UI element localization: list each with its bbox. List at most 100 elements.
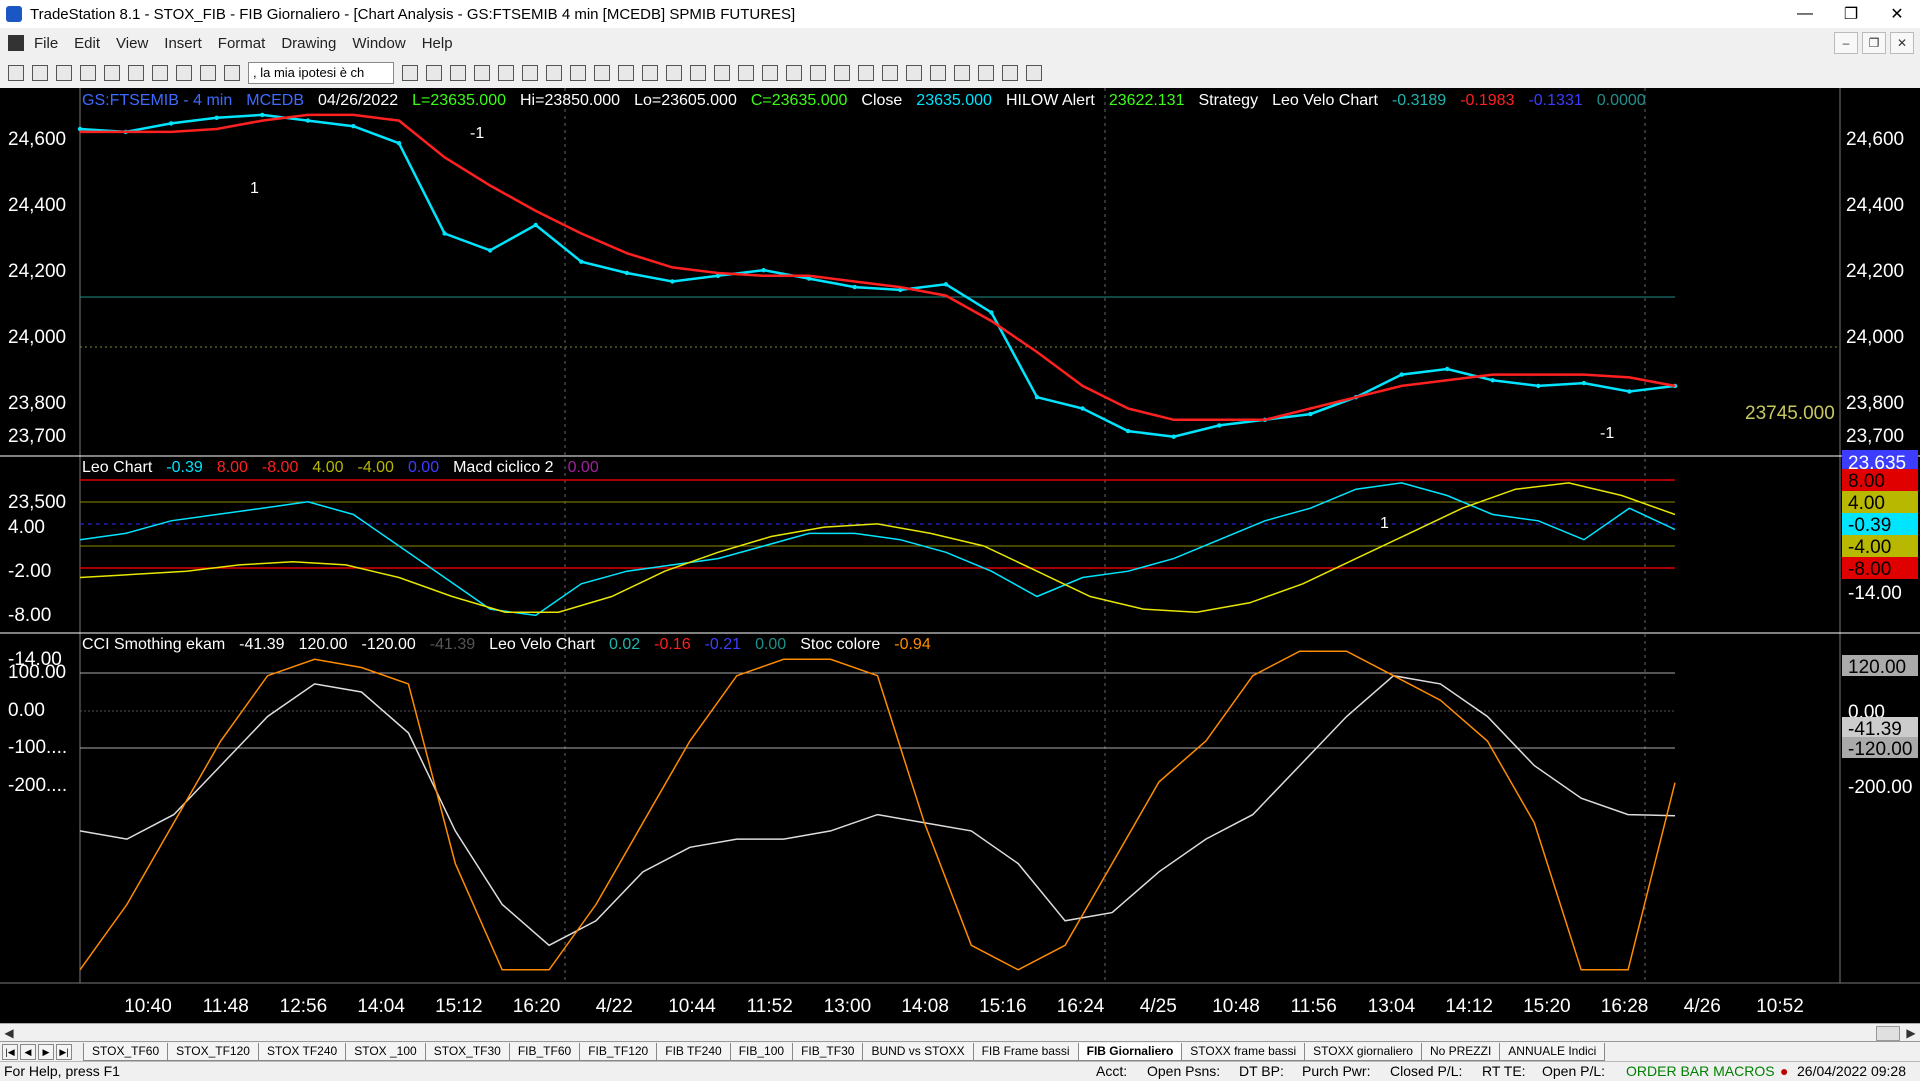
rectangle-icon[interactable] [1002,65,1018,81]
trendline-icon[interactable] [834,65,850,81]
candle-icon[interactable] [642,65,658,81]
window-icon[interactable] [152,65,168,81]
tab-stoxx-giornaliero[interactable]: STOXX giornaliero [1304,1043,1422,1061]
tab-stoxx-frame-bassi[interactable]: STOXX frame bassi [1181,1043,1306,1061]
data-window-icon[interactable] [762,65,778,81]
tools-icon[interactable] [786,65,802,81]
pointer-icon[interactable] [738,65,754,81]
new-icon[interactable] [8,65,24,81]
save-icon[interactable] [56,65,72,81]
menu-file[interactable]: File [34,35,58,52]
close-point [214,115,219,120]
zoom-out-icon[interactable] [714,65,730,81]
right-axis-label: -41.39 [1848,719,1902,740]
play-arrow-icon[interactable] [402,65,418,81]
time-axis-label: 16:24 [1057,996,1105,1017]
chart-canvas[interactable]: GS:FTSEMIB - 4 min MCEDB 04/26/2022 L=23635… [0,88,1920,1023]
tab-fib-tf30[interactable]: FIB_TF30 [792,1043,864,1061]
zoom-in-icon[interactable] [690,65,706,81]
open-icon[interactable] [32,65,48,81]
tab-fib-100[interactable]: FIB_100 [729,1043,794,1061]
folder-icon[interactable] [80,65,96,81]
tab-fib-tf60[interactable]: FIB_TF60 [508,1043,581,1061]
chart-window-icon[interactable] [450,65,466,81]
hline-label: 23745.000 [1745,403,1835,424]
tab-fib-giornaliero[interactable]: FIB Giornaliero [1077,1043,1183,1061]
matrix-icon[interactable] [498,65,514,81]
bar-chart-icon[interactable] [618,65,634,81]
tab-fib-tf240[interactable]: FIB TF240 [656,1043,731,1061]
grid-icon[interactable] [200,65,216,81]
menu-edit[interactable]: Edit [74,35,100,52]
legend-item: -0.39 [166,459,203,476]
vline-icon[interactable] [906,65,922,81]
menu-drawing[interactable]: Drawing [281,35,336,52]
right-axis-label: 120.00 [1848,657,1906,678]
close-button[interactable]: ✕ [1874,0,1920,28]
tab-stox-tf240[interactable]: STOX TF240 [257,1043,347,1061]
tab-bund-vs-stoxx[interactable]: BUND vs STOXX [862,1043,974,1061]
news-icon[interactable] [594,65,610,81]
menu-insert[interactable]: Insert [164,35,202,52]
legend-item: 120.00 [299,636,348,653]
legend-item: -0.3189 [1392,92,1446,109]
right-axis-label: -200.00 [1848,777,1912,798]
find-icon[interactable] [426,65,442,81]
y-tick-label: -200.... [8,775,67,796]
link-icon[interactable] [522,65,538,81]
tab-last-icon[interactable]: ▶| [56,1044,72,1060]
status-datetime: 26/04/2022 09:28 [1797,1063,1906,1079]
tab-prev-icon[interactable]: ◀ [20,1044,36,1060]
scroll-thumb[interactable] [1876,1026,1900,1041]
menu-window[interactable]: Window [352,35,405,52]
tab-stox-tf30[interactable]: STOX_TF30 [424,1043,510,1061]
workspace-icon[interactable] [176,65,192,81]
horizontal-scrollbar[interactable]: ◀ ▶ [0,1023,1920,1042]
mdi-close-button[interactable]: ✕ [1890,32,1914,54]
close-point [1490,378,1495,383]
hline-icon[interactable] [882,65,898,81]
arrow-down-icon[interactable] [954,65,970,81]
text-tool-icon[interactable] [1026,65,1042,81]
time-axis-label: 10:40 [124,996,172,1017]
scroll-left-icon[interactable]: ◀ [0,1024,18,1042]
maximize-button[interactable]: ❐ [1828,0,1874,28]
tab-fib-frame-bassi[interactable]: FIB Frame bassi [972,1043,1079,1061]
bars-icon[interactable] [666,65,682,81]
right-axis-label: -0.39 [1848,515,1891,536]
tab-first-icon[interactable]: |◀ [2,1044,18,1060]
tab-no-prezzi[interactable]: No PREZZI [1420,1043,1501,1061]
menu-help[interactable]: Help [422,35,453,52]
mdi-minimize-button[interactable]: – [1834,32,1858,54]
radar-icon[interactable] [474,65,490,81]
status-macros[interactable]: ORDER BAR MACROS [1626,1063,1775,1079]
menu-view[interactable]: View [116,35,148,52]
mdi-restore-button[interactable]: ❐ [1862,32,1886,54]
print-preview-icon[interactable] [128,65,144,81]
tab-stox-tf120[interactable]: STOX_TF120 [167,1043,259,1061]
print-icon[interactable] [104,65,120,81]
options-icon[interactable] [546,65,562,81]
tab-next-icon[interactable]: ▶ [38,1044,54,1060]
tab-annuale-indici[interactable]: ANNUALE Indici [1499,1043,1606,1061]
minimize-button[interactable]: — [1782,0,1828,28]
scanner-icon[interactable] [570,65,586,81]
globe-icon[interactable] [224,65,240,81]
ellipse-icon[interactable] [978,65,994,81]
legend-item: -0.21 [705,636,742,653]
tab-fib-tf120[interactable]: FIB_TF120 [579,1043,658,1061]
chart-document-icon[interactable] [8,35,24,51]
tab-stox-100[interactable]: STOX _100 [345,1043,426,1061]
symbol-combo[interactable]: , la mia ipotesi è ch [248,62,394,84]
tab-stox-tf60[interactable]: STOX_TF60 [83,1043,169,1061]
chart-analysis-window[interactable]: GS:FTSEMIB - 4 min MCEDB 04/26/2022 L=23635… [0,88,1920,1023]
y-tick-label: 24,000 [1846,327,1904,348]
scroll-right-icon[interactable]: ▶ [1902,1024,1920,1042]
menu-format[interactable]: Format [218,35,266,52]
time-axis-label: 15:12 [435,996,483,1017]
arrow-up-icon[interactable] [930,65,946,81]
fibonacci-icon[interactable] [858,65,874,81]
time-axis-label: 10:48 [1212,996,1260,1017]
format-icon[interactable] [810,65,826,81]
series-line-stoc-colore [79,650,1676,971]
